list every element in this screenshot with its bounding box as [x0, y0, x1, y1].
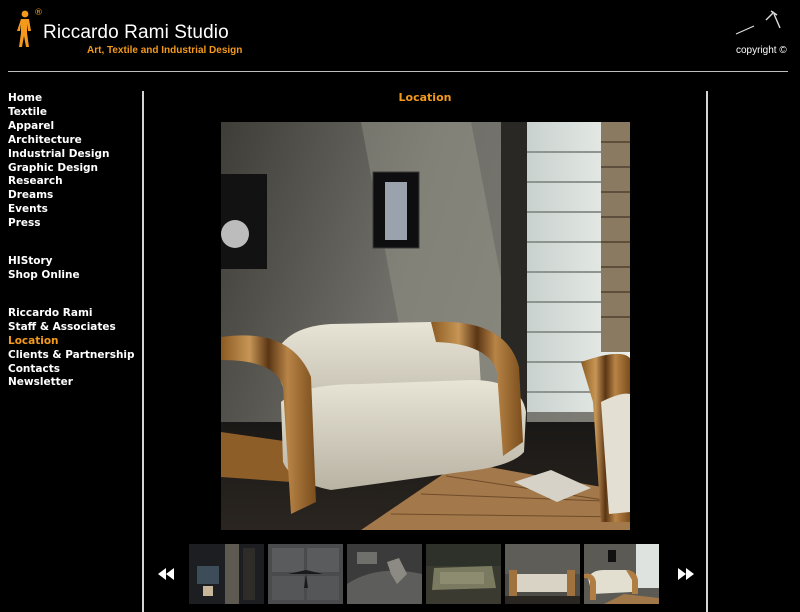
left-navigation: Home Textile Apparel Architecture Indust…: [8, 92, 140, 390]
brand-tagline: Art, Textile and Industrial Design: [87, 45, 243, 56]
header-divider: [8, 71, 788, 72]
thumbnail-strip: [189, 544, 661, 604]
next-arrow-icon[interactable]: [676, 567, 696, 581]
nav-item-research[interactable]: Research: [8, 175, 140, 189]
thumbnail[interactable]: [189, 544, 264, 604]
nav-item-dreams[interactable]: Dreams: [8, 189, 140, 203]
content-right-border: [706, 91, 708, 612]
nav-item-graphic-design[interactable]: Graphic Design: [8, 162, 140, 176]
signature-pen-icon: [735, 10, 781, 35]
thumbnail[interactable]: [505, 544, 580, 604]
nav-item-apparel[interactable]: Apparel: [8, 120, 140, 134]
nav-group-main: Home Textile Apparel Architecture Indust…: [8, 92, 140, 231]
thumbnail[interactable]: [347, 544, 422, 604]
location-main-photo: [221, 122, 630, 530]
nav-item-staff-associates[interactable]: Staff & Associates: [8, 321, 140, 335]
thumbnail[interactable]: [584, 544, 659, 604]
nav-item-clients-partnership[interactable]: Clients & Partnership: [8, 349, 140, 363]
nav-item-industrial-design[interactable]: Industrial Design: [8, 148, 140, 162]
nav-item-history[interactable]: HIStory: [8, 255, 140, 269]
nav-item-events[interactable]: Events: [8, 203, 140, 217]
brand-title[interactable]: Riccardo Rami Studio: [43, 22, 229, 44]
nav-item-contacts[interactable]: Contacts: [8, 363, 140, 377]
copyright-link[interactable]: copyright ©: [736, 45, 787, 56]
section-title: Location: [398, 91, 452, 104]
previous-arrow-icon[interactable]: [156, 567, 176, 581]
page: ® Riccardo Rami Studio Art, Textile and …: [0, 0, 800, 612]
thumbnail[interactable]: [268, 544, 343, 604]
thumbnail[interactable]: [426, 544, 501, 604]
nav-item-textile[interactable]: Textile: [8, 106, 140, 120]
nav-group-studio: Riccardo Rami Staff & Associates Locatio…: [8, 307, 140, 390]
nav-item-shop-online[interactable]: Shop Online: [8, 269, 140, 283]
nav-group-history: HIStory Shop Online: [8, 255, 140, 283]
nav-item-riccardo-rami[interactable]: Riccardo Rami: [8, 307, 140, 321]
content-left-border: [142, 91, 144, 612]
nav-item-architecture[interactable]: Architecture: [8, 134, 140, 148]
nav-item-press[interactable]: Press: [8, 217, 140, 231]
nav-item-location[interactable]: Location: [8, 335, 140, 349]
nav-item-newsletter[interactable]: Newsletter: [8, 376, 140, 390]
registered-mark: ®: [34, 8, 43, 18]
nav-item-home[interactable]: Home: [8, 92, 140, 106]
